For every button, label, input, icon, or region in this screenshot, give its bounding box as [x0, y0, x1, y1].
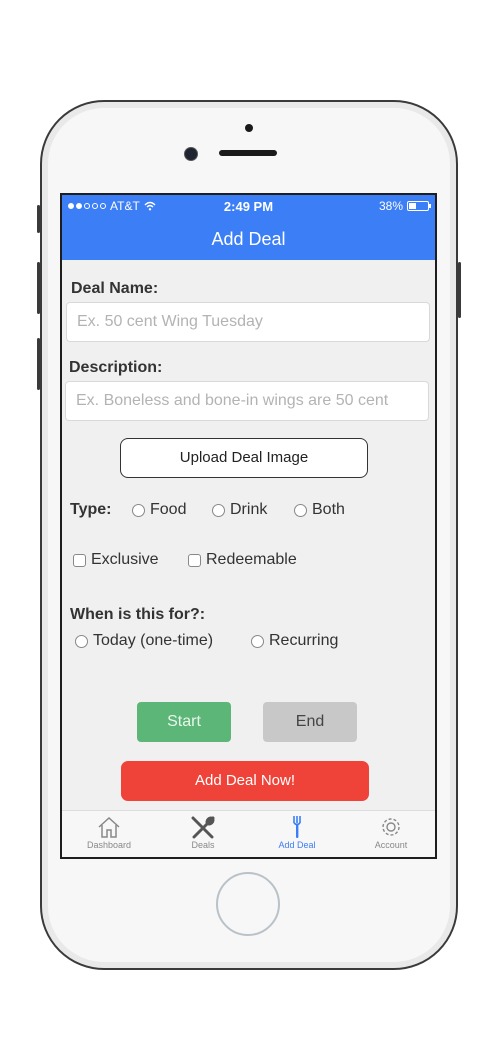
tab-deals[interactable]: Deals — [156, 811, 250, 857]
tab-label: Deals — [191, 840, 215, 850]
type-both-radio[interactable]: Both — [294, 501, 345, 519]
power-button — [458, 262, 461, 318]
home-button[interactable] — [216, 872, 280, 936]
utensils-icon — [191, 816, 215, 839]
when-label: When is this for?: — [70, 606, 206, 623]
type-label: Type: — [70, 501, 112, 518]
volume-down-button — [37, 338, 40, 390]
upload-image-button[interactable]: Upload Deal Image — [120, 438, 368, 478]
app-screen: AT&T 2:49 PM 38% Add Deal Deal Name: Ex.… — [60, 193, 437, 859]
tab-account[interactable]: Account — [344, 811, 435, 857]
radio-icon — [75, 634, 88, 648]
home-icon — [98, 816, 120, 838]
type-food-radio[interactable]: Food — [132, 501, 186, 519]
description-input[interactable]: Ex. Boneless and bone-in wings are 50 ce… — [65, 381, 429, 421]
tab-bar: Dashboard Deals Add Deal Account — [62, 810, 435, 857]
checkbox-icon — [188, 553, 201, 567]
end-button[interactable]: End — [263, 702, 357, 742]
radio-icon — [251, 634, 264, 648]
checkbox-icon — [73, 553, 86, 567]
exclusive-checkbox[interactable]: Exclusive — [73, 551, 159, 569]
add-deal-now-button[interactable]: Add Deal Now! — [121, 761, 369, 801]
deal-name-input[interactable]: Ex. 50 cent Wing Tuesday — [66, 302, 430, 342]
today-radio[interactable]: Today (one-time) — [75, 632, 213, 650]
radio-icon — [212, 503, 225, 517]
earpiece-speaker — [219, 150, 277, 156]
battery-icon — [407, 201, 431, 211]
gear-icon — [382, 818, 400, 836]
start-button[interactable]: Start — [137, 702, 231, 742]
type-drink-radio[interactable]: Drink — [212, 501, 267, 519]
volume-up-button — [37, 262, 40, 314]
redeemable-checkbox[interactable]: Redeemable — [188, 551, 297, 569]
tab-label: Dashboard — [86, 840, 132, 850]
radio-icon — [132, 503, 145, 517]
tab-dashboard[interactable]: Dashboard — [62, 811, 156, 857]
tab-label: Add Deal — [278, 840, 316, 850]
page-title: Add Deal — [211, 229, 286, 249]
tab-label: Account — [374, 840, 408, 850]
recurring-radio[interactable]: Recurring — [251, 632, 338, 650]
sensor-dot — [245, 124, 253, 132]
radio-icon — [294, 503, 307, 517]
deal-name-label: Deal Name: — [71, 280, 159, 297]
description-label: Description: — [69, 359, 163, 376]
tab-add-deal[interactable]: Add Deal — [250, 811, 344, 857]
fork-icon — [293, 816, 301, 838]
front-camera — [184, 147, 198, 161]
mute-switch — [37, 205, 40, 233]
battery-percent: 38% — [378, 199, 403, 213]
navigation-bar: AT&T 2:49 PM 38% Add Deal — [62, 195, 435, 260]
status-bar: AT&T 2:49 PM 38% — [62, 199, 435, 215]
